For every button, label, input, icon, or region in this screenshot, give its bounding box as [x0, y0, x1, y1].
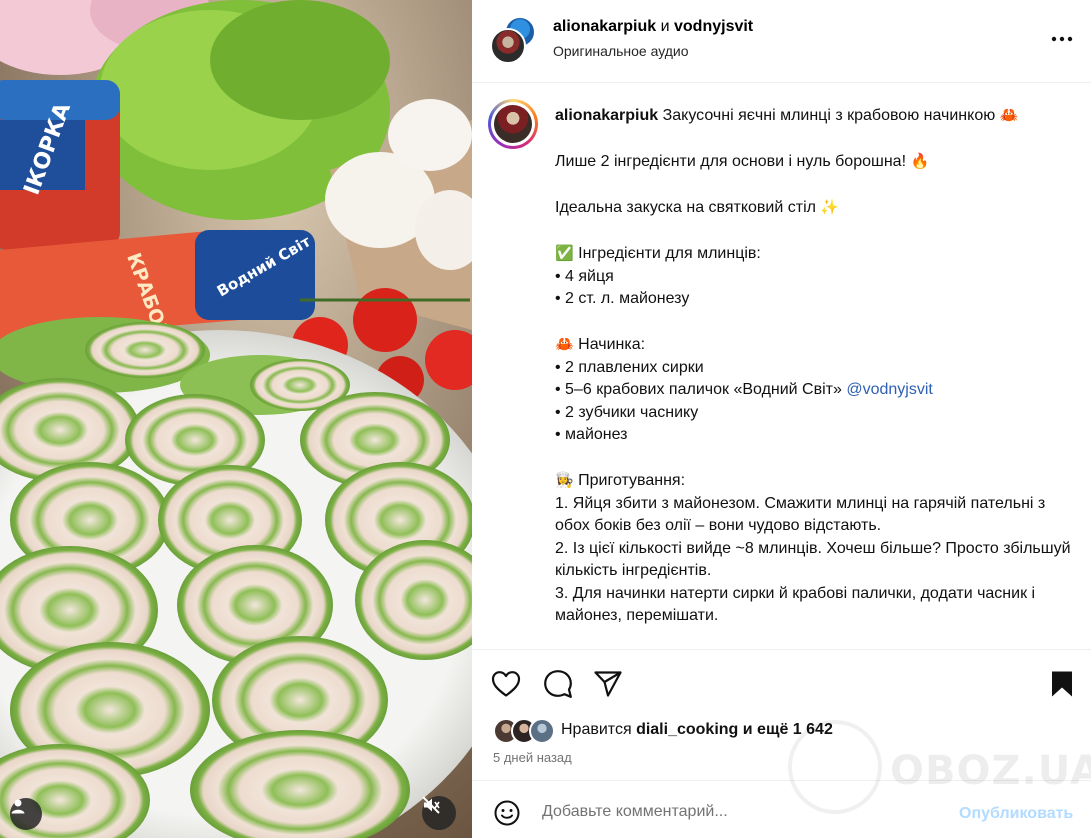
ingredients-title: Інгредієнти для млинців: — [578, 245, 761, 262]
sparkles-emoji-icon: ✨ — [820, 198, 840, 216]
save-button[interactable] — [1046, 668, 1078, 700]
prep-title: Приготування: — [578, 472, 686, 489]
share-icon — [594, 671, 622, 697]
heart-icon — [491, 671, 521, 697]
post-details-panel: alionakarpiuk и vodnyjsvit Оригинальное … — [472, 0, 1091, 838]
filling-title: Начинка: — [578, 336, 646, 353]
comment-icon — [544, 670, 572, 698]
mute-button[interactable] — [422, 796, 456, 830]
post-actions: Нравится diali_cooking и ещё 1 642 5 дне… — [472, 649, 1091, 780]
likes-middle: и ещё — [742, 721, 789, 738]
liker-username[interactable]: diali_cooking — [636, 721, 738, 738]
prep-step: 3. Для начинки натерти сирки й крабові п… — [555, 584, 1036, 625]
ingredient-item: • 4 яйця — [555, 267, 614, 285]
post-timestamp[interactable]: 5 дней назад — [493, 750, 572, 765]
smiley-icon — [494, 800, 520, 826]
post-authors: alionakarpiuk и vodnyjsvit — [553, 18, 753, 36]
caption-line-base: Лише 2 інгредієнти для основи і нуль бор… — [555, 153, 907, 170]
ingredient-item: • 2 ст. л. майонезу — [555, 290, 690, 307]
post-media-video[interactable]: ІКОРКА Водний Світ КРАБОВІ ПАЛ — [0, 0, 472, 838]
share-button[interactable] — [592, 668, 624, 700]
food-photo: ІКОРКА Водний Світ КРАБОВІ ПАЛ — [0, 0, 472, 838]
author-connector: и — [660, 18, 670, 35]
cook-emoji-icon: 👩‍🍳 — [555, 471, 574, 489]
caption-text: alionakarpiuk Закусочні яєчні млинці з к… — [555, 104, 1075, 628]
emoji-picker-button[interactable] — [493, 799, 521, 827]
filling-item: • 5–6 крабових паличок «Водний Світ» — [555, 381, 842, 398]
fire-emoji-icon: 🔥 — [910, 152, 930, 170]
caption-avatar[interactable] — [488, 99, 538, 149]
comment-button[interactable] — [542, 668, 574, 700]
avatar — [529, 718, 555, 744]
post-header: alionakarpiuk и vodnyjsvit Оригинальное … — [472, 0, 1091, 83]
tagged-users-button[interactable] — [10, 798, 42, 830]
caption-username[interactable]: alionakarpiuk — [555, 107, 658, 124]
comment-bar: Опубликовать — [472, 780, 1091, 839]
audio-link[interactable]: Оригинальное аудио — [553, 43, 689, 59]
filling-item: • 2 плавлених сирки — [555, 358, 704, 376]
mention-link[interactable]: @vodnyjsvit — [846, 381, 933, 398]
caption-title: Закусочні яєчні млинці з крабовою начинк… — [662, 107, 996, 124]
crab-emoji-icon: 🦀 — [555, 335, 574, 353]
likes-summary[interactable]: Нравится diali_cooking и ещё 1 642 — [561, 721, 833, 739]
user-icon — [11, 799, 25, 814]
bookmark-icon — [1052, 671, 1072, 697]
liker-avatars — [493, 717, 559, 744]
filling-item: • майонез — [555, 426, 628, 443]
comment-input[interactable] — [542, 803, 912, 821]
filling-item: • 2 зубчики часнику — [555, 403, 699, 421]
likes-prefix: Нравится — [561, 721, 632, 738]
collab-avatars[interactable] — [490, 16, 540, 66]
crab-emoji-icon: 🦀 — [999, 106, 1019, 124]
likes-count[interactable]: 1 642 — [793, 721, 833, 738]
author-link-2[interactable]: vodnyjsvit — [674, 18, 753, 35]
more-options-button[interactable] — [1048, 30, 1076, 48]
check-emoji-icon: ✅ — [555, 244, 574, 262]
prep-step: 2. Із цієї кількості вийде ~8 млинців. Х… — [555, 539, 1071, 580]
post-comment-button[interactable]: Опубликовать — [959, 805, 1073, 823]
avatar-alionakarpiuk[interactable] — [490, 28, 526, 64]
speaker-muted-icon — [422, 796, 440, 814]
like-button[interactable] — [490, 668, 522, 700]
prep-step: 1. Яйця збити з майонезом. Смажити млинц… — [555, 494, 1046, 535]
caption-area[interactable]: alionakarpiuk Закусочні яєчні млинці з к… — [472, 83, 1091, 649]
caption-line-snack: Ідеальна закуска на святковий стіл — [555, 199, 816, 216]
more-icon — [1051, 36, 1073, 42]
author-link-1[interactable]: alionakarpiuk — [553, 18, 656, 35]
